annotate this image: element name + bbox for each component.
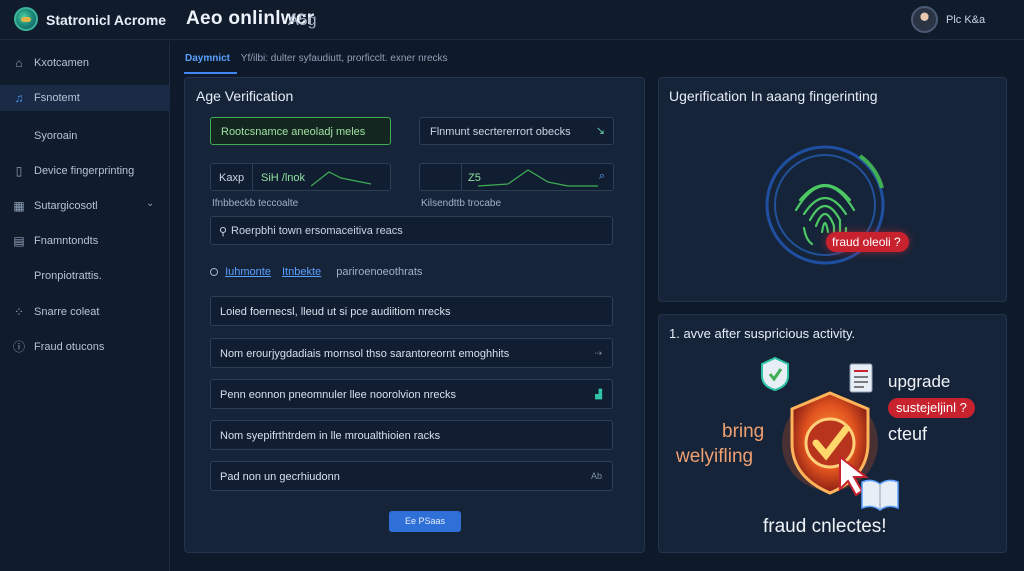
info-icon: ⓘ: [12, 340, 25, 354]
combined-input-1[interactable]: Kaxp SiH /lnok: [210, 163, 391, 191]
breadcrumb-active[interactable]: Daymnict: [185, 53, 230, 64]
user-name[interactable]: Plc K&a: [946, 14, 985, 26]
welyifling-label: welyifling: [676, 446, 754, 467]
app-logo: [14, 7, 38, 31]
sidebar-item-label: Kxotcamen: [34, 57, 90, 69]
sidebar-item-label: Fraud otucons: [34, 341, 105, 353]
option-row: Iuhmonte Itnbekte pariroenoeothrats: [210, 266, 422, 278]
sidebar-item-person[interactable]: ♫ Fsnotemt: [0, 85, 170, 111]
top-bar: Statronicl Acrome Aeo onlinlwcr A5g Plc …: [0, 0, 1024, 40]
sidebar-item-label: Sutargicosotl: [34, 200, 98, 212]
home-icon: ⌂: [15, 56, 23, 70]
chevron-down-icon: ↘: [595, 125, 605, 137]
list-item-text: Nom erourjygdadiais mornsol thso saranto…: [220, 348, 510, 360]
list-item-text: Nom syepifrthtrdem in lle mroualthioien …: [220, 430, 441, 442]
app-title: Statronicl Acrome: [46, 12, 167, 28]
book-icon: [861, 479, 899, 511]
sidebar-item-label: Syoroain: [34, 130, 78, 142]
list-item[interactable]: Pad non un gecrhiudonn Ab: [210, 461, 613, 491]
panel-title: Ugerification In aaang fingerinting: [669, 88, 878, 104]
grid-icon: ▦: [13, 199, 25, 213]
sidebar-item-label: Fsnotemt: [34, 92, 80, 104]
fraud-alert-badge: fraud oleoli ?: [826, 232, 909, 252]
avatar[interactable]: [911, 6, 938, 33]
page-title-badge: A5g: [288, 12, 317, 29]
sidebar-item-fraud[interactable]: ⓘ Fraud otucons: [0, 334, 170, 360]
sidebar-item-sub[interactable]: Syoroain: [0, 123, 170, 149]
verification-field[interactable]: Rootcsnamce aneoladj meles: [210, 117, 391, 145]
breadcrumb-underline: [184, 72, 237, 74]
breadcrumb-rest: Yf/ilbi: dulter syfaudiutt, prorficclt. …: [240, 53, 448, 64]
sidebar-item-label: Fnamntondts: [34, 235, 99, 247]
search-icon[interactable]: ⌕: [599, 170, 605, 183]
prefix-text: Kaxp: [219, 172, 245, 184]
list-item[interactable]: Loied foernecsl, lleud ut si pce audiiti…: [210, 296, 613, 326]
option-link-2[interactable]: Itnbekte: [282, 266, 321, 278]
option-text-3[interactable]: pariroenoeothrats: [336, 266, 422, 278]
curve-chart-icon: [478, 169, 598, 187]
breadcrumb: Daymnict Yf/ilbi: dulter syfaudiutt, pro…: [185, 53, 448, 64]
combined-input-2[interactable]: Z5 ⌕: [419, 163, 614, 191]
field-caption: Kilsendttb trocabe: [421, 198, 502, 209]
radio-button[interactable]: [210, 268, 218, 276]
sidebar-item-share[interactable]: ⁘ Snarre coleat: [0, 299, 170, 325]
list-item[interactable]: Nom syepifrthtrdem in lle mroualthioien …: [210, 420, 613, 450]
list-item[interactable]: Penn eonnon pneomnuler llee noorolvion n…: [210, 379, 613, 409]
arrow-icon[interactable]: ⇢: [594, 348, 602, 359]
sidebar-item-device-fingerprinting[interactable]: ▯ Device fingerprinting: [0, 158, 170, 184]
chevron-down-icon[interactable]: ⌄: [146, 198, 154, 209]
sidebar-item-label: Snarre coleat: [34, 306, 100, 318]
field-text: Roerpbhi town ersomaceitiva reacs: [231, 225, 403, 237]
panel-title: Age Verification: [196, 88, 294, 104]
chart-icon[interactable]: ▟: [595, 389, 602, 400]
sidebar-item-label: Device fingerprinting: [34, 165, 135, 177]
upgrade-label: upgrade: [888, 372, 951, 391]
field-text: Flnmunt secrtererrort obecks: [430, 126, 571, 138]
checks-dropdown[interactable]: Flnmunt secrtererrort obecks ↘: [419, 117, 614, 145]
person-icon: ♫: [14, 91, 24, 105]
bring-label: bring: [722, 421, 765, 442]
fraud-footer-label: fraud cnlectes!: [763, 516, 887, 537]
search-icon: ⚲: [219, 226, 228, 238]
device-icon: ▯: [15, 164, 23, 178]
suspicious-badge: sustejeljinl ?: [888, 398, 975, 418]
list-item[interactable]: Nom erourjygdadiais mornsol thso saranto…: [210, 338, 613, 368]
input-prefix: [420, 164, 462, 190]
list-icon: ▤: [13, 234, 25, 248]
input-prefix: Kaxp: [211, 164, 253, 190]
sidebar-item-grid[interactable]: ▦ Sutargicosotl ⌄: [0, 193, 170, 219]
list-item-text: Pad non un gecrhiudonn: [220, 471, 340, 483]
sparkline-icon: [311, 171, 371, 187]
field-caption: Ifnbbeckb teccoalte: [212, 198, 299, 209]
sidebar-item-home[interactable]: ⌂ Kxotcamen: [0, 50, 170, 76]
sidebar-item-sub2[interactable]: Pronpiotrattis.: [0, 263, 170, 289]
option-link-1[interactable]: Iuhmonte: [225, 266, 271, 278]
text-icon[interactable]: Ab: [591, 471, 602, 481]
list-item-text: Penn eonnon pneomnuler llee noorolvion n…: [220, 389, 457, 401]
search-input[interactable]: ⚲ Roerpbhi town ersomaceitiva reacs: [210, 216, 613, 245]
submit-button[interactable]: Ee PSaas: [389, 511, 461, 532]
cteuf-label: cteuf: [888, 424, 928, 444]
panel-title: 1. avve after suspricious activity.: [669, 326, 856, 341]
list-item-text: Loied foernecsl, lleud ut si pce audiiti…: [220, 306, 451, 318]
sidebar-item-list[interactable]: ▤ Fnamntondts: [0, 228, 170, 254]
field-text: Rootcsnamce aneoladj meles: [221, 126, 366, 138]
share-icon: ⁘: [13, 305, 25, 319]
sidebar-item-label: Pronpiotrattis.: [34, 270, 102, 282]
field-text: SiH /lnok: [261, 172, 306, 184]
sidebar: ⌂ Kxotcamen ♫ Fsnotemt Syoroain ▯ Device…: [0, 41, 170, 571]
